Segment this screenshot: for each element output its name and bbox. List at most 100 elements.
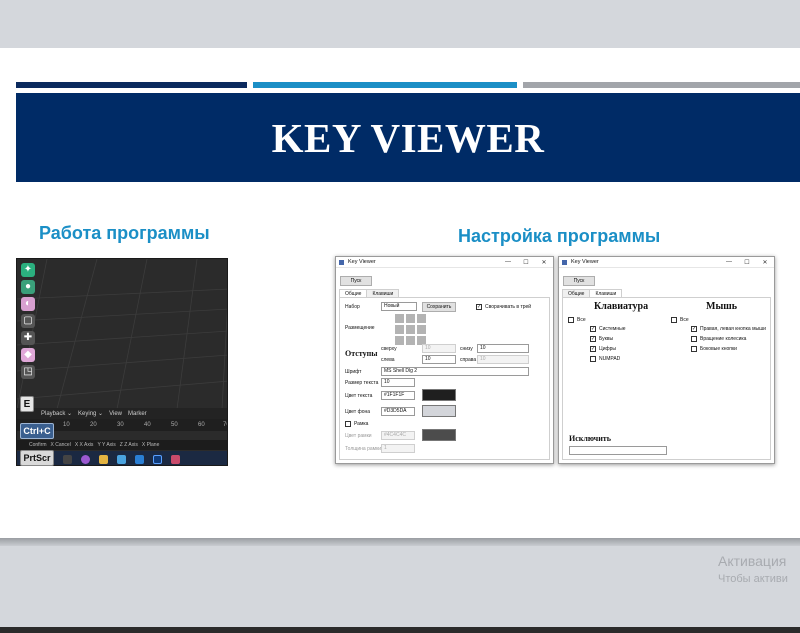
- stripe-blue: [253, 82, 517, 88]
- menu-marker[interactable]: Marker: [128, 411, 147, 417]
- frame-color-input[interactable]: #4C4C4C: [381, 431, 415, 440]
- mouse-buttons-label: Правая, левая кнопка мыши: [700, 326, 766, 332]
- folder-icon[interactable]: [99, 454, 108, 464]
- frame-width-input[interactable]: 1: [381, 444, 415, 453]
- stripe-gray: [523, 82, 800, 88]
- size-label: Размер текста: [345, 380, 379, 386]
- maximize-icon[interactable]: ☐: [738, 259, 756, 266]
- text-color-label: Цвет текста: [345, 393, 373, 399]
- start-button[interactable]: Пуск: [563, 276, 595, 286]
- left-input[interactable]: 10: [422, 355, 456, 364]
- kb-system-checkbox[interactable]: ✓: [590, 326, 596, 332]
- frame-checkbox[interactable]: [345, 421, 351, 427]
- ruler-label: 20: [90, 422, 97, 428]
- bottom-label: снизу: [460, 346, 473, 352]
- tool-icon[interactable]: ◳: [21, 365, 35, 379]
- tray-checkbox[interactable]: ✓: [476, 304, 482, 310]
- slide-shadow: [0, 538, 800, 546]
- keyboard-heading: Клавиатура: [594, 301, 649, 312]
- app-icon: [562, 259, 567, 265]
- bg-color-label: Цвет фона: [345, 409, 371, 415]
- right-input[interactable]: 10: [477, 355, 529, 364]
- taskbar-app-icon[interactable]: [63, 454, 72, 464]
- mouse-heading: Мышь: [706, 301, 737, 312]
- key-display-e: E: [20, 396, 34, 412]
- status-item: X X Axis: [74, 442, 94, 448]
- mouse-wheel-checkbox[interactable]: [691, 336, 697, 342]
- ruler-label: 60: [198, 422, 205, 428]
- taskbar-app-icon[interactable]: [135, 454, 144, 464]
- minimize-icon[interactable]: —: [720, 259, 738, 265]
- status-item: X Plane: [141, 442, 160, 448]
- general-panel: Набор Новый Сохранить ✓ Сворачивать в тр…: [339, 297, 550, 460]
- tool-icon[interactable]: ◆: [21, 348, 35, 362]
- frame-color-swatch[interactable]: [422, 429, 456, 441]
- mouse-all-label: Все: [680, 317, 689, 323]
- set-select[interactable]: Новый: [381, 302, 417, 311]
- close-icon[interactable]: ✕: [756, 259, 774, 266]
- size-input[interactable]: 10: [381, 378, 415, 387]
- activation-watermark: Активация: [718, 553, 787, 569]
- placement-cell[interactable]: [417, 325, 426, 334]
- activation-watermark-sub: Чтобы активи: [718, 573, 788, 585]
- placement-grid[interactable]: [395, 314, 426, 345]
- status-item: Z Z Axis: [119, 442, 138, 448]
- tool-icon[interactable]: ▢: [21, 314, 35, 328]
- text-color-swatch[interactable]: [422, 389, 456, 401]
- minimize-icon[interactable]: —: [499, 259, 517, 265]
- tool-icon[interactable]: ●: [21, 280, 35, 294]
- top-input[interactable]: 10: [422, 344, 456, 353]
- status-item: Confirm: [29, 442, 47, 448]
- status-bar: Confirm X Cancel X X Axis Y Y Axis Z Z A…: [17, 440, 227, 450]
- kb-all-checkbox[interactable]: [568, 317, 574, 323]
- mouse-buttons-checkbox[interactable]: ✓: [691, 326, 697, 332]
- placement-cell[interactable]: [395, 336, 404, 345]
- exclude-input[interactable]: [569, 446, 667, 455]
- window-titlebar: Key Viewer — ☐ ✕: [336, 257, 553, 268]
- menu-keying[interactable]: Keying ⌄: [78, 410, 103, 417]
- mouse-side-label: Боковые кнопки: [700, 346, 737, 352]
- ruler-label: 40: [144, 422, 151, 428]
- kb-letters-label: Буквы: [599, 336, 614, 342]
- kb-numpad-checkbox[interactable]: [590, 356, 596, 362]
- toolbar: ✦ ● ◐ ▢ ✚ ◆ ◳: [19, 261, 37, 382]
- bg-color-input[interactable]: #D3D5DA: [381, 407, 415, 416]
- placement-cell[interactable]: [406, 336, 415, 345]
- key-display-prtscr: PrtScr: [20, 450, 54, 466]
- taskbar-app-icon[interactable]: [117, 454, 126, 464]
- mouse-side-checkbox[interactable]: [691, 346, 697, 352]
- app-icon: [339, 259, 344, 265]
- text-color-input[interactable]: #1F1F1F: [381, 391, 415, 400]
- taskbar-app-icon[interactable]: [81, 454, 90, 464]
- kb-numpad-label: NUMPAD: [599, 356, 621, 362]
- settings-window-keys: Key Viewer — ☐ ✕ Пуск Общие Клавиши Клав…: [558, 256, 775, 464]
- tool-icon[interactable]: ◐: [21, 297, 35, 311]
- start-button[interactable]: Пуск: [340, 276, 372, 286]
- photoshop-icon[interactable]: [153, 454, 162, 464]
- menu-playback[interactable]: Playback ⌄: [41, 410, 72, 417]
- stripe-dark: [16, 82, 247, 88]
- kb-letters-checkbox[interactable]: ✓: [590, 336, 596, 342]
- bg-color-swatch[interactable]: [422, 405, 456, 417]
- mouse-wheel-label: Вращение колесика: [700, 336, 747, 342]
- placement-cell[interactable]: [406, 314, 415, 323]
- tool-icon[interactable]: ✚: [21, 331, 35, 345]
- bottom-input[interactable]: 10: [477, 344, 529, 353]
- maximize-icon[interactable]: ☐: [517, 259, 535, 266]
- taskbar-app-icon[interactable]: [171, 454, 180, 464]
- placement-cell[interactable]: [395, 314, 404, 323]
- settings-window-general: Key Viewer — ☐ ✕ Пуск Общие Клавиши Набо…: [335, 256, 554, 464]
- mouse-all-checkbox[interactable]: [671, 317, 677, 323]
- kb-digits-checkbox[interactable]: ✓: [590, 346, 596, 352]
- frame-color-label: Цвет рамки: [345, 433, 372, 439]
- placement-cell[interactable]: [417, 314, 426, 323]
- font-select[interactable]: MS Shell Dlg 2: [381, 367, 529, 376]
- ruler-label: 30: [117, 422, 124, 428]
- set-label: Набор: [345, 304, 360, 310]
- close-icon[interactable]: ✕: [535, 259, 553, 266]
- placement-cell[interactable]: [406, 325, 415, 334]
- save-button[interactable]: Сохранить: [422, 302, 456, 312]
- tool-icon[interactable]: ✦: [21, 263, 35, 277]
- menu-view[interactable]: View: [109, 411, 122, 417]
- placement-cell[interactable]: [395, 325, 404, 334]
